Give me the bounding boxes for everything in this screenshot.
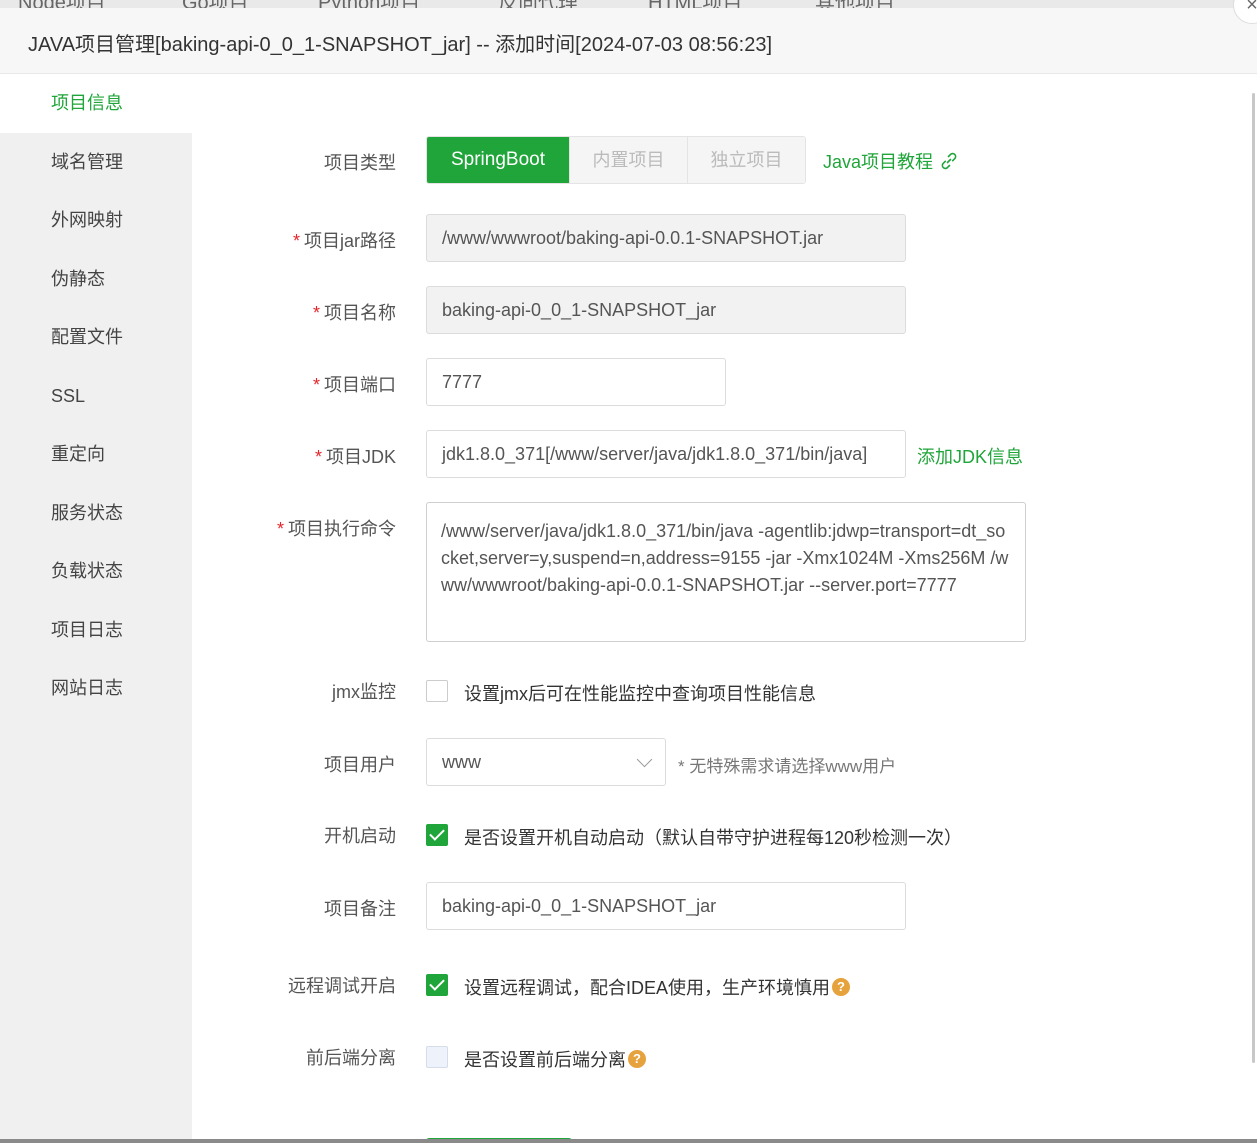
row-project-name: * 项目名称 baking-api-0_0_1-SNAPSHOT_jar [192, 286, 1252, 334]
jmx-text: 设置jmx后可在性能监控中查询项目性能信息 [464, 684, 816, 704]
add-jdk-link[interactable]: 添加JDK信息 [917, 443, 1023, 469]
project-jdk-label: * 项目JDK [315, 443, 396, 469]
jmx-checkbox[interactable] [426, 680, 448, 702]
user-label: 项目用户 [324, 755, 396, 775]
row-project-port: * 项目端口 7777 [192, 358, 1252, 406]
save-button[interactable] [426, 1138, 572, 1139]
sidebar-item-project-info[interactable]: 项目信息 [0, 74, 192, 133]
separation-label: 前后端分离 [306, 1048, 396, 1068]
row-separation: 前后端分离 是否设置前后端分离 ? [192, 1044, 1252, 1074]
autostart-text: 是否设置开机自动启动（默认自带守护进程每120秒检测一次） [464, 828, 963, 848]
row-project-jdk: * 项目JDK jdk1.8.0_371[/www/server/java/jdk… [192, 430, 1252, 478]
command-label: * 项目执行命令 [277, 515, 396, 541]
project-port-label: * 项目端口 [313, 371, 396, 397]
jmx-label: jmx监控 [332, 682, 396, 702]
project-name-input[interactable]: baking-api-0_0_1-SNAPSHOT_jar [426, 286, 906, 334]
sidebar-item-service-status[interactable]: 服务状态 [0, 484, 192, 543]
autostart-checkbox[interactable] [426, 824, 448, 846]
scrollbar[interactable] [1252, 93, 1255, 1063]
link-icon [941, 152, 957, 170]
sidebar-item-config-file[interactable]: 配置文件 [0, 308, 192, 367]
dialog-title: JAVA项目管理[baking-api-0_0_1-SNAPSHOT_jar] … [28, 34, 773, 56]
sidebar-item-external-mapping[interactable]: 外网映射 [0, 191, 192, 250]
jar-path-label-text: 项目jar路径 [303, 231, 396, 251]
project-dialog: JAVA项目管理[baking-api-0_0_1-SNAPSHOT_jar] … [0, 8, 1257, 1139]
command-textarea[interactable]: /www/server/java/jdk1.8.0_371/bin/java -… [426, 502, 1026, 642]
required-mark: * [292, 231, 300, 251]
dialog-header: JAVA项目管理[baking-api-0_0_1-SNAPSHOT_jar] … [0, 8, 1257, 74]
separation-text-wrap: 是否设置前后端分离 ? [464, 1046, 646, 1072]
required-mark: * [312, 303, 320, 323]
sidebar-item-domains[interactable]: 域名管理 [0, 133, 192, 192]
jar-path-label: * 项目jar路径 [293, 227, 396, 253]
sidebar-item-rewrite[interactable]: 伪静态 [0, 250, 192, 309]
sidebar-item-load-status[interactable]: 负载状态 [0, 542, 192, 601]
row-autostart: 开机启动 是否设置开机自动启动（默认自带守护进程每120秒检测一次） [192, 822, 1252, 852]
chevron-down-icon [636, 751, 653, 767]
project-jdk-label-text: 项目JDK [325, 447, 396, 467]
project-name-label: * 项目名称 [313, 299, 396, 325]
remote-debug-text-wrap: 设置远程调试，配合IDEA使用，生产环境慎用 ? [464, 974, 851, 1000]
project-jdk-select[interactable]: jdk1.8.0_371[/www/server/java/jdk1.8.0_3… [426, 430, 906, 478]
required-mark: * [276, 519, 284, 539]
remark-label: 项目备注 [324, 899, 396, 919]
row-jmx: jmx监控 设置jmx后可在性能监控中查询项目性能信息 [192, 678, 1252, 708]
remote-debug-text: 设置远程调试，配合IDEA使用，生产环境慎用 [464, 978, 831, 998]
sidebar-item-site-log[interactable]: 网站日志 [0, 659, 192, 718]
java-tutorial-link[interactable]: Java项目教程 [823, 148, 959, 174]
row-remark: 项目备注 baking-api-0_0_1-SNAPSHOT_jar [192, 882, 1252, 930]
project-port-input[interactable]: 7777 [426, 358, 726, 406]
project-type-selector: SpringBoot 内置项目 独立项目 [426, 136, 806, 184]
sidebar: 项目信息 域名管理 外网映射 伪静态 配置文件 SSL 重定向 服务状态 负载状… [0, 74, 192, 1139]
type-option-springboot[interactable]: SpringBoot [427, 137, 569, 183]
row-user: 项目用户 www * 无特殊需求请选择www用户 [192, 738, 1252, 786]
user-select-value: www [442, 752, 481, 772]
command-label-text: 项目执行命令 [288, 519, 396, 539]
project-info-form: 项目类型 SpringBoot 内置项目 独立项目 Java项目教程 * 项目ja… [192, 74, 1252, 1139]
row-project-type: 项目类型 SpringBoot 内置项目 独立项目 Java项目教程 [192, 136, 1252, 184]
project-type-label: 项目类型 [324, 153, 396, 173]
project-name-label-text: 项目名称 [324, 303, 396, 323]
help-icon[interactable]: ? [628, 1050, 646, 1068]
required-mark: * [314, 447, 322, 467]
sidebar-item-ssl[interactable]: SSL [0, 367, 192, 426]
required-mark: * [312, 375, 320, 395]
user-select[interactable]: www [426, 738, 666, 786]
close-icon: × [1246, 0, 1257, 16]
remote-debug-checkbox[interactable] [426, 974, 448, 996]
remote-debug-label: 远程调试开启 [288, 976, 396, 996]
row-remote-debug: 远程调试开启 设置远程调试，配合IDEA使用，生产环境慎用 ? [192, 972, 1252, 1002]
type-option-builtin[interactable]: 内置项目 [569, 137, 687, 183]
row-jar-path: * 项目jar路径 /www/wwwroot/baking-api-0.0.1-S… [192, 214, 1252, 262]
jar-path-input[interactable]: /www/wwwroot/baking-api-0.0.1-SNAPSHOT.j… [426, 214, 906, 262]
sidebar-item-project-log[interactable]: 项目日志 [0, 601, 192, 660]
sidebar-item-redirect[interactable]: 重定向 [0, 425, 192, 484]
separation-checkbox[interactable] [426, 1046, 448, 1068]
separation-text: 是否设置前后端分离 [464, 1050, 626, 1070]
row-command: * 项目执行命令 /www/server/java/jdk1.8.0_371/bi… [192, 502, 1252, 642]
project-port-label-text: 项目端口 [324, 375, 396, 395]
type-option-standalone[interactable]: 独立项目 [687, 137, 805, 183]
user-hint: * 无特殊需求请选择www用户 [678, 757, 897, 776]
help-icon[interactable]: ? [832, 978, 851, 996]
remark-input[interactable]: baking-api-0_0_1-SNAPSHOT_jar [426, 882, 906, 930]
autostart-label: 开机启动 [324, 826, 396, 846]
java-tutorial-label: Java项目教程 [823, 152, 934, 172]
